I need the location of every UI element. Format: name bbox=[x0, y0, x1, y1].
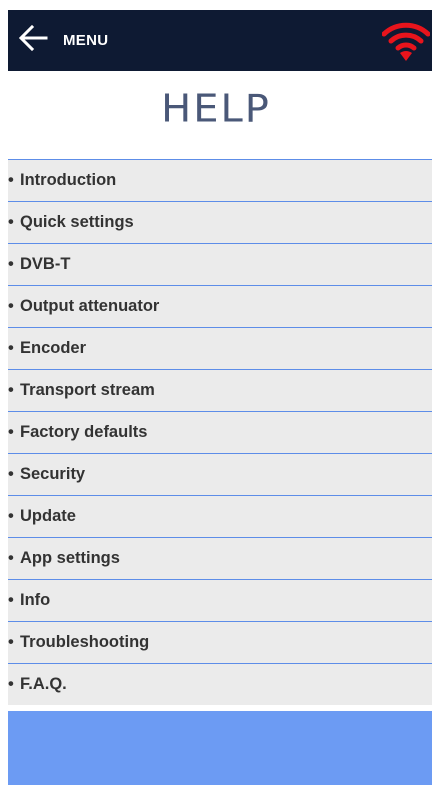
help-item[interactable]: • Security bbox=[8, 453, 432, 495]
wifi-icon bbox=[381, 19, 431, 63]
help-item-label: Update bbox=[20, 507, 76, 525]
help-item-label: Factory defaults bbox=[20, 423, 148, 441]
help-item[interactable]: • Quick settings bbox=[8, 201, 432, 243]
help-item[interactable]: • Introduction bbox=[8, 159, 432, 201]
footer-bar bbox=[8, 711, 432, 785]
help-item[interactable]: • App settings bbox=[8, 537, 432, 579]
bullet-icon: • bbox=[8, 381, 14, 399]
bullet-icon: • bbox=[8, 633, 14, 651]
help-item-label: Encoder bbox=[20, 339, 87, 357]
help-item-label: Troubleshooting bbox=[20, 633, 150, 651]
help-item[interactable]: • Encoder bbox=[8, 327, 432, 369]
help-item[interactable]: • F.A.Q. bbox=[8, 663, 432, 705]
help-item-label: F.A.Q. bbox=[20, 675, 67, 693]
arrow-left-icon bbox=[18, 24, 48, 56]
help-item-label: Introduction bbox=[20, 171, 117, 189]
bullet-icon: • bbox=[8, 255, 14, 273]
help-item-label: Output attenuator bbox=[20, 297, 160, 315]
bullet-icon: • bbox=[8, 171, 14, 189]
bullet-icon: • bbox=[8, 591, 14, 609]
bullet-icon: • bbox=[8, 465, 14, 483]
help-item[interactable]: • Update bbox=[8, 495, 432, 537]
help-topic-list: • Introduction • Quick settings • DVB-T • Outpu… bbox=[8, 159, 432, 705]
bullet-icon: • bbox=[8, 675, 14, 693]
bullet-icon: • bbox=[8, 423, 14, 441]
bullet-icon: • bbox=[8, 507, 14, 525]
help-item-label: Quick settings bbox=[20, 213, 134, 231]
help-item-label: Info bbox=[20, 591, 51, 609]
help-item[interactable]: • Output attenuator bbox=[8, 285, 432, 327]
bullet-icon: • bbox=[8, 549, 14, 567]
top-bar: MENU bbox=[8, 10, 432, 71]
bullet-icon: • bbox=[8, 213, 14, 231]
menu-button[interactable]: MENU bbox=[63, 10, 108, 71]
help-item[interactable]: • Transport stream bbox=[8, 369, 432, 411]
bullet-icon: • bbox=[8, 297, 14, 315]
help-item-label: DVB-T bbox=[20, 255, 71, 273]
help-item-label: App settings bbox=[20, 549, 120, 567]
help-item-label: Transport stream bbox=[20, 381, 155, 399]
help-item[interactable]: • Factory defaults bbox=[8, 411, 432, 453]
help-item[interactable]: • Info bbox=[8, 579, 432, 621]
page-title: HELP bbox=[161, 87, 271, 131]
bullet-icon: • bbox=[8, 339, 14, 357]
help-item[interactable]: • Troubleshooting bbox=[8, 621, 432, 663]
help-item-label: Security bbox=[20, 465, 86, 483]
back-button[interactable] bbox=[8, 10, 58, 71]
help-item[interactable]: • DVB-T bbox=[8, 243, 432, 285]
